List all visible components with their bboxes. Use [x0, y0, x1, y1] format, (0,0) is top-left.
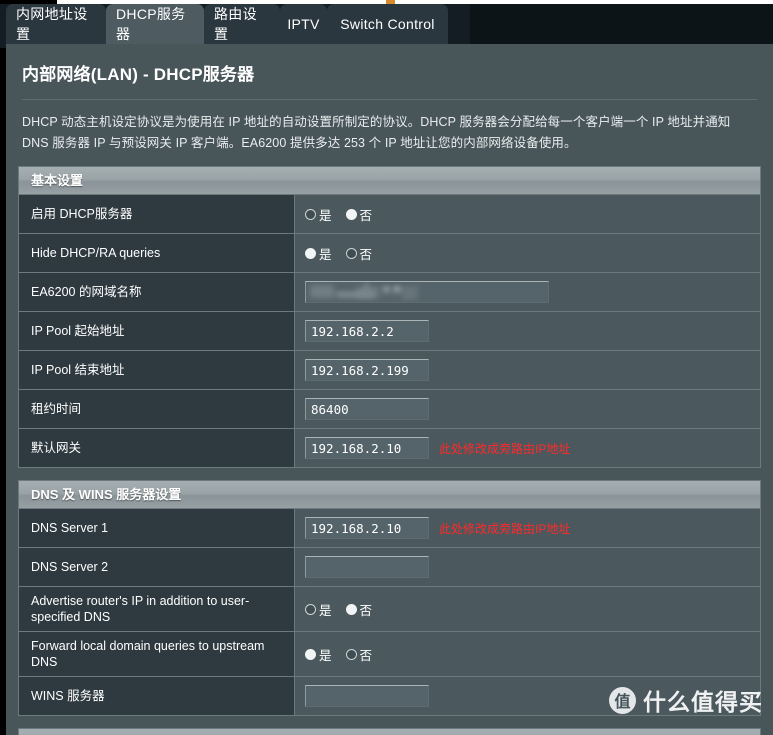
radio-dot-no[interactable] — [345, 648, 357, 660]
tab-label: DHCP服务器 — [116, 6, 186, 42]
row-label: EA6200 的网域名称 — [19, 273, 295, 311]
radio-no[interactable]: 否 — [345, 645, 373, 664]
row-lease-time: 租约时间 86400 — [19, 390, 760, 429]
row-advertise-router-ip: Advertise router's IP in addition to use… — [19, 587, 760, 632]
row-label: Advertise router's IP in addition to use… — [19, 587, 295, 631]
row-value: 是 否 — [295, 195, 760, 233]
radio-no[interactable]: 否 — [345, 600, 373, 619]
radio-group-advertise-router-ip: 是 否 — [305, 600, 372, 619]
radio-yes[interactable]: 是 — [305, 645, 332, 664]
watermark-badge: 值 — [609, 686, 636, 714]
section-dns-wins-settings: DNS 及 WINS 服务器设置 DNS Server 1 192.168.2.… — [18, 480, 761, 716]
radio-no[interactable]: 否 — [345, 205, 373, 224]
row-forward-local-domain-queries: Forward local domain queries to upstream… — [19, 632, 760, 677]
row-value: 192.168.2.2 — [295, 312, 760, 350]
radio-label-no: 否 — [359, 648, 373, 663]
page-description: DHCP 动态主机设定协议是为使用在 IP 地址的自动设置所制定的协议。DHCP… — [22, 115, 731, 150]
row-value: 192.168.2.10 此处修改成旁路由IP地址 — [295, 509, 760, 547]
radio-dot-yes[interactable] — [305, 208, 316, 220]
row-value: 192.168.2.199 — [295, 351, 760, 389]
router-admin-screen: 内网地址设置 DHCP服务器 路由设置 IPTV Switch Control … — [0, 0, 773, 735]
ip-pool-start-input[interactable]: 192.168.2.2 — [305, 320, 429, 342]
tab-route[interactable]: 路由设置 — [204, 4, 280, 44]
row-label: DNS Server 1 — [19, 509, 295, 547]
row-dns-server-1: DNS Server 1 192.168.2.10 此处修改成旁路由IP地址 — [19, 509, 760, 548]
radio-dot-no[interactable] — [345, 603, 357, 615]
row-hide-dhcp-ra-queries: Hide DHCP/RA queries 是 否 — [19, 234, 760, 273]
radio-label-yes: 是 — [319, 603, 332, 618]
annotation-note: 此处修改成旁路由IP地址 — [439, 441, 571, 456]
radio-label-no: 否 — [359, 247, 373, 262]
wins-server-input[interactable] — [305, 685, 429, 707]
radio-dot-no[interactable] — [345, 208, 357, 220]
tab-label: IPTV — [287, 16, 320, 32]
domain-name-input[interactable] — [305, 281, 549, 303]
row-label: 租约时间 — [19, 390, 295, 428]
radio-group-hide-queries: 是 否 — [305, 244, 372, 263]
row-value: 86400 — [295, 390, 760, 428]
section-basic-settings: 基本设置 启用 DHCP服务器 是 否 Hide DHCP/RA queries… — [18, 166, 761, 468]
tab-iptv[interactable]: IPTV — [280, 4, 327, 44]
row-value: 192.168.2.10 此处修改成旁路由IP地址 — [295, 429, 760, 467]
redacted-overlay — [306, 282, 548, 302]
radio-yes[interactable]: 是 — [305, 244, 332, 263]
page-title: 内部网络(LAN) - DHCP服务器 — [22, 65, 255, 84]
watermark-text: 什么值得买 — [643, 689, 763, 715]
tab-lan-ip[interactable]: 内网地址设置 — [6, 4, 106, 44]
row-value — [295, 548, 760, 586]
row-label: 默认网关 — [19, 429, 295, 467]
row-label: Hide DHCP/RA queries — [19, 234, 295, 272]
radio-dot-yes[interactable] — [305, 603, 316, 615]
row-label: Forward local domain queries to upstream… — [19, 632, 295, 676]
section-header: 基本设置 — [19, 167, 760, 195]
tab-label: 内网地址设置 — [16, 6, 88, 42]
radio-dot-yes[interactable] — [305, 247, 316, 259]
lease-time-input[interactable]: 86400 — [305, 398, 429, 420]
row-label: IP Pool 结束地址 — [19, 351, 295, 389]
radio-yes[interactable]: 是 — [305, 600, 332, 619]
tab-label: Switch Control — [340, 16, 435, 32]
dns-server-2-input[interactable] — [305, 556, 429, 578]
tab-label: 路由设置 — [214, 6, 257, 42]
row-enable-dhcp: 启用 DHCP服务器 是 否 — [19, 195, 760, 234]
tab-dhcp-server[interactable]: DHCP服务器 — [106, 4, 204, 44]
section-header: 启用手动指定功能 — [19, 729, 760, 735]
smzdm-watermark: 值 什么值得买 — [609, 683, 763, 717]
radio-dot-no[interactable] — [345, 247, 357, 259]
ip-pool-end-input[interactable]: 192.168.2.199 — [305, 359, 429, 381]
default-gateway-input[interactable]: 192.168.2.10 — [305, 437, 429, 459]
radio-group-forward-queries: 是 否 — [305, 645, 372, 664]
content-panel: 内部网络(LAN) - DHCP服务器 DHCP 动态主机设定协议是为使用在 I… — [6, 44, 773, 735]
row-label: WINS 服务器 — [19, 677, 295, 715]
row-ip-pool-end: IP Pool 结束地址 192.168.2.199 — [19, 351, 760, 390]
radio-yes[interactable]: 是 — [305, 205, 332, 224]
radio-label-yes: 是 — [319, 247, 332, 262]
row-value — [295, 273, 760, 311]
row-dns-server-2: DNS Server 2 — [19, 548, 760, 587]
dns-server-1-input[interactable]: 192.168.2.10 — [305, 517, 429, 539]
row-label: DNS Server 2 — [19, 548, 295, 586]
row-value: 是 否 — [295, 234, 760, 272]
radio-label-yes: 是 — [319, 648, 332, 663]
section-manual-assignment: 启用手动指定功能 — [18, 728, 761, 735]
section-header: DNS 及 WINS 服务器设置 — [19, 481, 760, 509]
radio-label-yes: 是 — [319, 208, 332, 223]
row-domain-name: EA6200 的网域名称 — [19, 273, 760, 312]
annotation-note: 此处修改成旁路由IP地址 — [439, 521, 571, 536]
row-value: 是 否 — [295, 587, 760, 631]
row-default-gateway: 默认网关 192.168.2.10 此处修改成旁路由IP地址 — [19, 429, 760, 468]
row-label: IP Pool 起始地址 — [19, 312, 295, 350]
tab-switch-control[interactable]: Switch Control — [327, 4, 448, 44]
row-ip-pool-start: IP Pool 起始地址 192.168.2.2 — [19, 312, 760, 351]
radio-label-no: 否 — [359, 208, 373, 223]
radio-group-enable-dhcp: 是 否 — [305, 205, 372, 224]
row-label: 启用 DHCP服务器 — [19, 195, 295, 233]
row-value: 是 否 — [295, 632, 760, 676]
radio-dot-yes[interactable] — [305, 648, 316, 660]
radio-label-no: 否 — [359, 603, 373, 618]
radio-no[interactable]: 否 — [345, 244, 373, 263]
